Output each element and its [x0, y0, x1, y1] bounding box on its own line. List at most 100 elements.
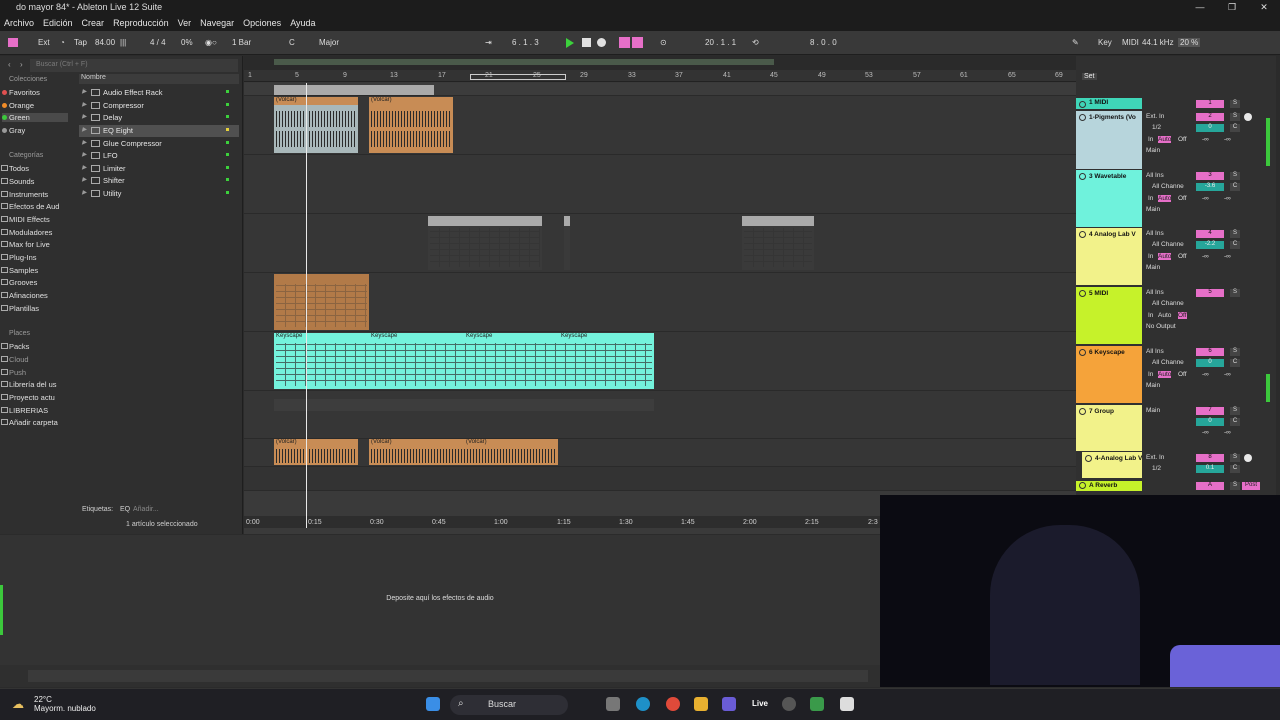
monitor-off[interactable]: Off — [1178, 195, 1187, 202]
expand-arrow-icon[interactable]: ▶ — [82, 113, 87, 120]
lane-7-group[interactable] — [244, 391, 1076, 439]
groove-amount-field[interactable]: 0% — [181, 38, 193, 47]
close-button[interactable]: ✕ — [1248, 0, 1280, 15]
scale-selector[interactable]: Major — [319, 38, 339, 47]
track-activator[interactable]: 7 — [1196, 407, 1224, 415]
fold-icon[interactable] — [1079, 408, 1086, 415]
send-a[interactable]: -∞ — [1202, 371, 1209, 378]
list-item[interactable]: ▶ LFO — [79, 150, 239, 162]
menu-navegar[interactable]: Navegar — [200, 18, 234, 28]
fold-icon[interactable] — [1079, 482, 1086, 489]
input-channel-select[interactable]: 1/2 — [1152, 124, 1161, 131]
category-max-for-live[interactable]: Max for Live — [1, 240, 50, 249]
output-select[interactable]: Main — [1146, 407, 1160, 414]
input-channel-select[interactable]: All Channe — [1152, 183, 1184, 190]
list-item[interactable]: ▶ Shifter — [79, 175, 239, 187]
input-channel-select[interactable]: All Channe — [1152, 241, 1184, 248]
lane-keyscape[interactable]: Keyscape Keyscape Keyscape Keyscape — [244, 332, 1076, 391]
track-5-midi[interactable]: 5 MIDI — [1076, 287, 1142, 344]
fold-icon[interactable] — [1085, 455, 1092, 462]
input-type-select[interactable]: Ext. In — [1146, 454, 1164, 461]
lane-wavetable[interactable] — [244, 155, 1076, 214]
monitor-auto[interactable]: Auto — [1158, 195, 1172, 202]
midi-clip[interactable] — [742, 216, 814, 270]
song-position-field[interactable]: 6 . 1 . 3 — [512, 38, 539, 47]
output-select[interactable]: Main — [1146, 382, 1160, 389]
monitor-auto[interactable]: Auto — [1158, 253, 1172, 260]
send-a[interactable]: -∞ — [1202, 136, 1209, 143]
category-grooves[interactable]: Grooves — [1, 278, 37, 287]
input-type-select[interactable]: All Ins — [1146, 230, 1164, 237]
list-item[interactable]: ▶ Audio Effect Rack — [79, 87, 239, 99]
place-packs[interactable]: Packs — [1, 342, 29, 351]
solo-button[interactable]: S — [1230, 172, 1240, 180]
solo-button[interactable]: S — [1230, 113, 1240, 121]
track-7-group[interactable]: 7 Group — [1076, 405, 1142, 451]
track-activator[interactable]: 8 — [1196, 454, 1224, 462]
nudge-icon[interactable]: ||| — [120, 38, 126, 47]
overdub-button[interactable] — [619, 37, 630, 48]
file-explorer-icon[interactable] — [694, 697, 708, 711]
fold-icon[interactable] — [1079, 114, 1086, 121]
input-type-select[interactable]: Ext. In — [1146, 113, 1164, 120]
input-type-select[interactable]: All Ins — [1146, 172, 1164, 179]
ext-sync-button[interactable]: Ext — [38, 38, 50, 47]
arm-button[interactable] — [1244, 113, 1252, 121]
expand-arrow-icon[interactable]: ▶ — [82, 164, 87, 171]
track-activator[interactable]: 4 — [1196, 230, 1224, 238]
overview-strip[interactable] — [244, 56, 1076, 70]
pan-field[interactable]: C — [1230, 359, 1240, 367]
monitor-auto[interactable]: Auto — [1158, 371, 1172, 378]
input-channel-select[interactable]: All Channe — [1152, 359, 1184, 366]
expand-arrow-icon[interactable]: ▶ — [82, 88, 87, 95]
back-arrow-icon[interactable]: ‹ — [8, 60, 11, 69]
loop-start-field[interactable]: 20 . 1 . 1 — [705, 38, 736, 47]
category-plug-ins[interactable]: Plug-Ins — [1, 253, 37, 262]
monitor-in[interactable]: In — [1148, 371, 1153, 378]
add-tag-button[interactable]: Añadir... — [133, 506, 159, 513]
place-current-project[interactable]: Proyecto actu — [1, 393, 55, 402]
track-activator[interactable]: A — [1196, 482, 1224, 490]
monitor-in[interactable]: In — [1148, 195, 1153, 202]
solo-button[interactable]: S — [1230, 454, 1240, 462]
solo-button[interactable]: S — [1230, 100, 1240, 108]
tag-eq[interactable]: EQ — [120, 506, 130, 513]
track-activator[interactable]: 3 — [1196, 172, 1224, 180]
list-item[interactable]: ▶ Utility — [79, 188, 239, 200]
expand-arrow-icon[interactable]: ▶ — [82, 176, 87, 183]
key-map-button[interactable]: Key — [1098, 38, 1112, 47]
capture-midi-icon[interactable]: ⊙ — [660, 38, 667, 47]
record-button[interactable] — [597, 38, 606, 47]
fold-icon[interactable] — [1079, 173, 1086, 180]
windows-start-icon[interactable] — [426, 697, 440, 711]
beat-ruler[interactable]: 1 5 9 13 17 21 25 29 33 37 41 45 49 53 5… — [244, 70, 1076, 82]
midi-clip[interactable] — [428, 216, 542, 270]
track-1-midi[interactable]: 1 MIDI — [1076, 98, 1142, 109]
monitor-in[interactable]: In — [1148, 312, 1153, 319]
input-type-select[interactable]: All Ins — [1146, 348, 1164, 355]
chrome-icon[interactable] — [666, 697, 680, 711]
lane-analog-lab-2[interactable]: (Volcar) (Volcar) (Volcar) — [244, 439, 1076, 467]
monitor-off[interactable]: Off — [1178, 136, 1187, 143]
fold-icon[interactable] — [1079, 290, 1086, 297]
midi-clip[interactable]: Keyscape Keyscape Keyscape Keyscape — [274, 333, 654, 389]
lane-analog-lab[interactable] — [244, 214, 1076, 273]
metronome-toggle-icon[interactable]: ◉○ — [205, 38, 217, 47]
category-sounds[interactable]: Sounds — [1, 177, 34, 186]
set-button[interactable]: Set — [1082, 73, 1097, 80]
volume-field[interactable]: 0 — [1196, 359, 1224, 367]
playhead[interactable] — [306, 83, 307, 528]
midi-map-button[interactable]: MIDI — [1122, 38, 1139, 47]
lane-reverb[interactable] — [244, 467, 1076, 491]
track-activator[interactable]: 2 — [1196, 113, 1224, 121]
fold-icon[interactable] — [1079, 101, 1086, 108]
send-a[interactable]: -∞ — [1202, 195, 1209, 202]
pan-field[interactable]: C — [1230, 418, 1240, 426]
forward-arrow-icon[interactable]: › — [20, 60, 23, 69]
solo-button[interactable]: S — [1230, 348, 1240, 356]
send-b[interactable]: -∞ — [1224, 371, 1231, 378]
menu-edicion[interactable]: Edición — [43, 18, 73, 28]
category-samples[interactable]: Samples — [1, 266, 38, 275]
expand-arrow-icon[interactable]: ▶ — [82, 189, 87, 196]
place-push[interactable]: Push — [1, 368, 26, 377]
